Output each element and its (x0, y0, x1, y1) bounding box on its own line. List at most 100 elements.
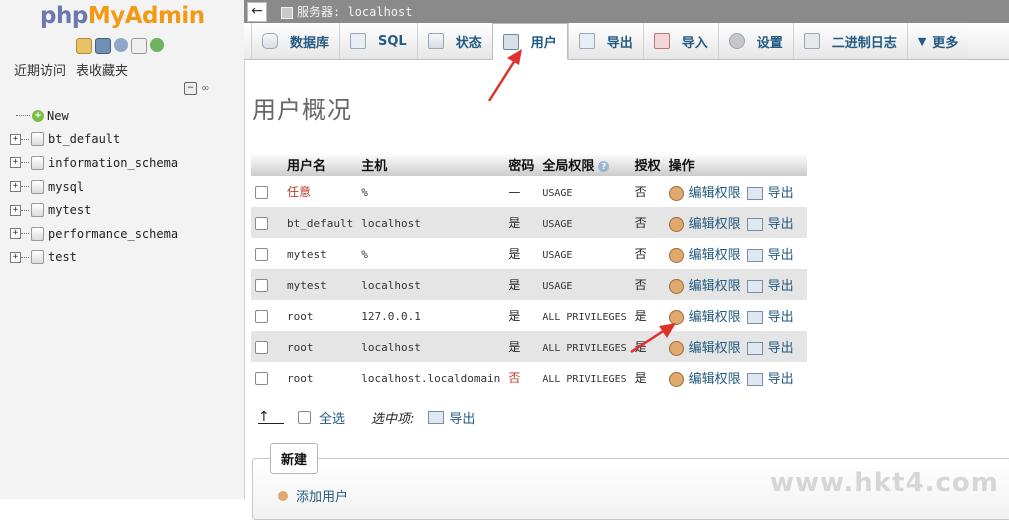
export-link[interactable]: 导出 (768, 279, 794, 294)
row-checkbox-cell (251, 362, 283, 393)
edit-privileges-link[interactable]: 编辑权限 (689, 372, 741, 387)
logo-text-myadmin: MyAdmin (87, 3, 205, 29)
edit-privileges-link[interactable]: 编辑权限 (689, 248, 741, 263)
tab-sql[interactable]: SQL (339, 23, 417, 59)
table-row[interactable]: root 127.0.0.1 是 ALL PRIVILEGES 是 编辑权限 导出 (251, 300, 807, 331)
expand-icon[interactable]: + (10, 204, 21, 216)
cell-action: 编辑权限 导出 (664, 269, 807, 300)
tree-item-db[interactable]: + test (10, 246, 178, 270)
tab-status[interactable]: 状态 (416, 23, 492, 59)
tab-settings[interactable]: 设置 (717, 23, 793, 59)
row-checkbox[interactable] (255, 216, 268, 230)
expand-icon[interactable]: + (10, 228, 21, 240)
cell-privileges: USAGE (538, 207, 631, 238)
table-row[interactable]: mytest localhost 是 USAGE 否 编辑权限 导出 (251, 269, 807, 300)
cell-host: % (357, 176, 505, 207)
expand-icon[interactable]: + (10, 181, 21, 193)
tree-item-db[interactable]: + performance_schema (10, 222, 178, 246)
docs-icon[interactable] (131, 38, 147, 54)
tab-more[interactable]: ▼ 更多 (906, 23, 969, 59)
table-row[interactable]: root localhost 是 ALL PRIVILEGES 是 编辑权限 导出 (251, 331, 807, 362)
nav-tab-recent[interactable]: 近期访问 (14, 64, 66, 79)
edit-privileges-link[interactable]: 编辑权限 (689, 217, 741, 232)
cell-user: 任意 (283, 176, 358, 207)
row-checkbox[interactable] (255, 309, 268, 323)
edit-privileges-link[interactable]: 编辑权限 (689, 186, 741, 201)
export-link[interactable]: 导出 (768, 186, 794, 201)
database-icon (31, 132, 44, 147)
watermark: www.hkt4.com (770, 468, 999, 498)
row-checkbox[interactable] (255, 247, 268, 261)
user-name: mytest (287, 278, 327, 292)
logout-icon[interactable] (95, 38, 111, 54)
tree-item-db[interactable]: + mytest (10, 198, 178, 222)
password-status: 是 (508, 216, 521, 230)
tree-item-db[interactable]: + bt_default (10, 128, 178, 152)
add-user-label: 添加用户 (296, 490, 349, 505)
tab-export[interactable]: 导出 (567, 23, 643, 59)
home-icon[interactable] (76, 38, 92, 54)
tab-users[interactable]: 用户 (491, 23, 568, 60)
export-link[interactable]: 导出 (768, 217, 794, 232)
tab-label: 设置 (756, 35, 783, 51)
phpmyadmin-logo[interactable]: phpMyAdmin (40, 3, 205, 29)
tree-item-db[interactable]: + mysql (10, 175, 178, 199)
top-menu-tabs: 数据库 SQL 状态 用户 导出 导入 设置 二进制日志 ▼ 更多 (244, 23, 1009, 60)
cell-password: — (504, 176, 539, 207)
header-password[interactable]: 密码 (504, 153, 539, 176)
add-user-link[interactable]: 添加用户 (278, 486, 348, 505)
expand-icon[interactable]: + (10, 251, 21, 263)
nav-tab-favorites[interactable]: 表收藏夹 (76, 64, 128, 79)
export-link[interactable]: 导出 (768, 341, 794, 356)
edit-privileges-link[interactable]: 编辑权限 (689, 279, 741, 294)
row-checkbox[interactable] (255, 340, 268, 354)
edit-privileges-link[interactable]: 编辑权限 (689, 341, 741, 356)
edit-privileges-link[interactable]: 编辑权限 (689, 310, 741, 325)
select-all-label[interactable]: 全选 (319, 408, 345, 427)
tree-item-label: performance_schema (48, 226, 179, 241)
expand-icon[interactable]: + (10, 157, 21, 169)
tree-item-new[interactable]: + New (10, 104, 178, 128)
header-host[interactable]: 主机 (357, 153, 505, 176)
bulk-export-button[interactable]: 导出 (449, 408, 475, 427)
cell-grant: 是 (630, 300, 665, 331)
nav-quick-icons (76, 38, 164, 54)
grant-value: 否 (634, 247, 647, 261)
link-with-main-icon[interactable]: ∞ (201, 83, 209, 94)
cell-action: 编辑权限 导出 (664, 331, 807, 362)
row-checkbox[interactable] (255, 185, 268, 199)
password-status: 是 (508, 247, 521, 261)
grant-value: 是 (634, 309, 647, 323)
row-checkbox[interactable] (255, 278, 268, 292)
tab-import[interactable]: 导入 (642, 23, 718, 59)
password-status: 是 (508, 309, 521, 323)
tree-item-db[interactable]: + information_schema (10, 151, 178, 175)
header-global-privileges: 全局权限? (538, 153, 631, 176)
table-row[interactable]: 任意% — USAGE 否 编辑权限 导出 (251, 176, 807, 207)
header-grant: 授权 (630, 153, 665, 176)
select-all-checkbox[interactable] (298, 411, 311, 424)
export-link[interactable]: 导出 (768, 248, 794, 263)
reload-icon[interactable] (150, 38, 164, 52)
expand-icon[interactable]: + (10, 133, 21, 145)
server-breadcrumb[interactable]: 服务器: localhost (281, 3, 412, 20)
export-link[interactable]: 导出 (768, 372, 794, 387)
help-icon[interactable] (114, 38, 128, 52)
cell-host: localhost (357, 207, 505, 238)
tab-databases[interactable]: 数据库 (251, 23, 340, 59)
tree-connector (21, 256, 29, 258)
with-selected-label: 选中项: (371, 412, 415, 427)
collapse-nav-arrow-icon[interactable]: ← (247, 1, 267, 22)
table-row[interactable]: mytest% 是 USAGE 否 编辑权限 导出 (251, 238, 807, 269)
tab-binlog[interactable]: 二进制日志 (792, 23, 907, 59)
cell-password: 是 (504, 269, 539, 300)
table-row[interactable]: root localhost.localdomain 否 ALL PRIVILEGES… (251, 362, 807, 393)
row-checkbox[interactable] (255, 371, 268, 385)
export-link[interactable]: 导出 (768, 310, 794, 325)
table-row[interactable]: bt_default localhost 是 USAGE 否 编辑权限 导出 (251, 207, 807, 238)
collapse-all-icon[interactable]: − (184, 82, 197, 95)
header-user[interactable]: 用户名 (283, 153, 358, 176)
help-icon[interactable]: ? (598, 161, 610, 172)
cell-privileges: USAGE (538, 238, 631, 269)
export-icon (746, 311, 763, 324)
